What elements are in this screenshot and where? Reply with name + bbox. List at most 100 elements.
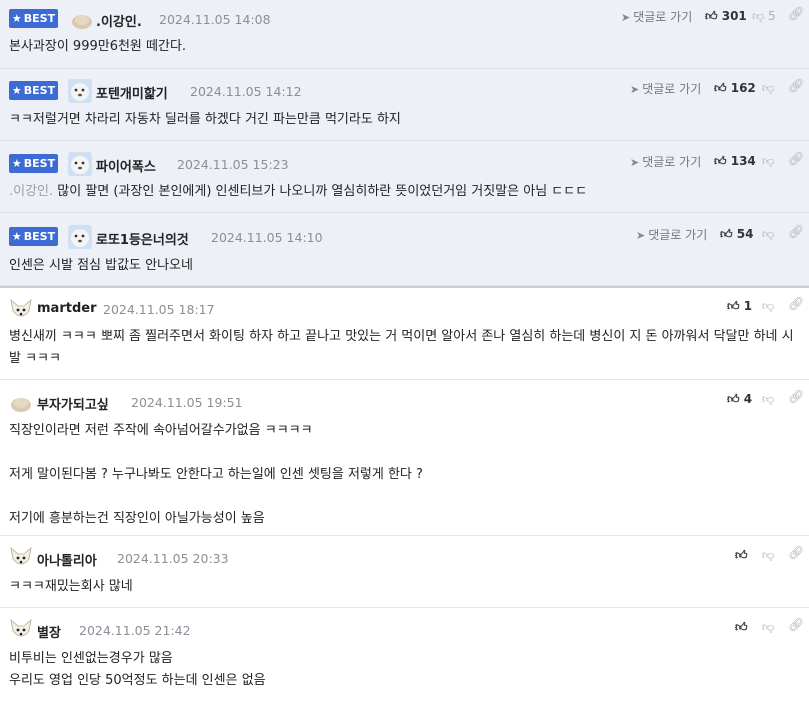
- comment-text: 인센은 시발 점심 밥값도 안나오네: [9, 258, 193, 273]
- send-icon: ➤: [636, 229, 646, 242]
- avatar[interactable]: [70, 8, 94, 32]
- nickname[interactable]: 포텐개미핥기: [96, 83, 168, 102]
- nickname[interactable]: 로또1등은너의것: [96, 229, 189, 248]
- avatar[interactable]: [9, 545, 33, 569]
- thumbs-up-icon: 👍︎: [714, 81, 727, 95]
- comment-date: 2024.11.05 20:33: [117, 551, 229, 566]
- like-button[interactable]: 👍︎ 162: [714, 81, 756, 96]
- comment-text: 비투비는 인센없는경우가 많음 우리도 영업 인당 50억정도 하는데 인센은 …: [9, 648, 266, 692]
- thumbs-down-icon: 👎︎: [762, 227, 775, 241]
- thumbs-down-icon: 👎︎: [762, 81, 775, 95]
- like-button[interactable]: 👍︎: [735, 620, 748, 635]
- thumbs-up-icon: 👍︎: [735, 548, 748, 562]
- send-icon: ➤: [630, 83, 640, 96]
- avatar[interactable]: [68, 152, 92, 176]
- comment-text: 본사과장이 999만6천원 떼간다.: [9, 39, 187, 54]
- comment-date: 2024.11.05 14:08: [159, 12, 271, 27]
- comment-text: 직장인이라면 저런 주작에 속아넘어갈수가없음 ㅋㅋㅋㅋ 저게 말이된다봄 ? …: [9, 420, 423, 530]
- thumbs-up-icon: 👍︎: [727, 392, 740, 406]
- dislike-button[interactable]: 👎︎: [762, 154, 774, 169]
- thumbs-up-icon: 👍︎: [720, 227, 733, 241]
- nickname[interactable]: 파이어폭스: [96, 156, 156, 175]
- comment: martder 2024.11.05 18:17 👍︎ 1 👎︎ 🔗︎ 병신새끼…: [0, 286, 809, 380]
- like-button[interactable]: 👍︎ 4: [727, 392, 752, 407]
- comment-best: ★ BEST 로또1등은너의것 2024.11.05 14:10 ➤ 댓글로 가기 …: [0, 213, 809, 286]
- dislike-button[interactable]: 👎︎: [762, 392, 774, 407]
- comment-line: 비투비는 인센없는경우가 많음: [9, 651, 173, 666]
- nickname[interactable]: 부자가되고싶: [37, 394, 109, 413]
- avatar[interactable]: [9, 391, 33, 415]
- best-badge: ★ BEST: [9, 154, 58, 173]
- link-icon[interactable]: 🔗︎: [788, 297, 805, 312]
- avatar[interactable]: [68, 225, 92, 249]
- comment-best: ★ BEST .이강인. 2024.11.05 14:08 ➤ 댓글로 가기 👍︎ …: [0, 0, 809, 69]
- thumbs-down-icon: 👎︎: [762, 154, 775, 168]
- best-badge: ★ BEST: [9, 81, 58, 100]
- link-icon[interactable]: 🔗︎: [788, 618, 805, 633]
- goto-comment-link[interactable]: ➤ 댓글로 가기: [630, 153, 701, 170]
- dislike-button[interactable]: 👎︎: [762, 620, 774, 635]
- thumbs-up-icon: 👍︎: [714, 154, 727, 168]
- link-icon[interactable]: 🔗︎: [788, 546, 805, 561]
- send-icon: ➤: [621, 11, 631, 24]
- thumbs-down-icon: 👎︎: [762, 392, 775, 406]
- link-icon[interactable]: 🔗︎: [788, 79, 805, 94]
- comment: 별장 2024.11.05 21:42 👍︎ 👎︎ 🔗︎ 비투비는 인센없는경우…: [0, 608, 809, 704]
- goto-comment-link[interactable]: ➤ 댓글로 가기: [630, 80, 701, 97]
- nickname[interactable]: 아나톨리아: [37, 550, 97, 569]
- comment-date: 2024.11.05 15:23: [177, 157, 289, 172]
- nickname[interactable]: martder: [37, 301, 96, 316]
- link-icon[interactable]: 🔗︎: [788, 7, 805, 22]
- best-badge: ★ BEST: [9, 227, 58, 246]
- quoted-nickname[interactable]: .이강인.: [9, 184, 53, 199]
- nickname[interactable]: .이강인.: [96, 11, 142, 30]
- thumbs-up-icon: 👍︎: [727, 299, 740, 313]
- dislike-button[interactable]: 👎︎: [762, 227, 774, 242]
- thumbs-down-icon: 👎︎: [762, 299, 775, 313]
- like-button[interactable]: 👍︎ 54: [720, 227, 753, 242]
- comment: 부자가되고싶 2024.11.05 19:51 👍︎ 4 👎︎ 🔗︎ 직장인이라…: [0, 380, 809, 536]
- dislike-button[interactable]: 👎︎ 5: [752, 9, 776, 24]
- comment-line: 저기에 흥분하는건 직장인이 아닐가능성이 높음: [9, 511, 265, 526]
- comment-date: 2024.11.05 19:51: [131, 395, 243, 410]
- dislike-button[interactable]: 👎︎: [762, 299, 774, 314]
- dislike-button[interactable]: 👎︎: [762, 548, 774, 563]
- comment-text: .이강인. 많이 팔면 (과장인 본인에게) 인센티브가 나오니까 열심히하란 …: [9, 184, 588, 199]
- goto-comment-link[interactable]: ➤ 댓글로 가기: [621, 8, 692, 25]
- send-icon: ➤: [630, 156, 640, 169]
- avatar[interactable]: [9, 617, 33, 641]
- comment: 아나톨리아 2024.11.05 20:33 👍︎ 👎︎ 🔗︎ ㅋㅋㅋ재밌는회사…: [0, 536, 809, 608]
- thumbs-up-icon: 👍︎: [735, 620, 748, 634]
- comment-date: 2024.11.05 14:12: [190, 84, 302, 99]
- comment-list: ★ BEST .이강인. 2024.11.05 14:08 ➤ 댓글로 가기 👍︎ …: [0, 0, 809, 704]
- link-icon[interactable]: 🔗︎: [788, 225, 805, 240]
- comment-line: [9, 442, 423, 464]
- star-icon: ★: [11, 12, 22, 25]
- link-icon[interactable]: 🔗︎: [788, 152, 805, 167]
- best-badge: ★ BEST: [9, 9, 58, 28]
- thumbs-down-icon: 👎︎: [762, 548, 775, 562]
- nickname[interactable]: 별장: [37, 622, 61, 641]
- star-icon: ★: [11, 157, 22, 170]
- thumbs-down-icon: 👎︎: [762, 620, 775, 634]
- comment-best: ★ BEST 포텐개미핥기 2024.11.05 14:12 ➤ 댓글로 가기 👍︎…: [0, 69, 809, 141]
- comment-line: 우리도 영업 인당 50억정도 하는데 인센은 없음: [9, 673, 266, 688]
- link-icon[interactable]: 🔗︎: [788, 390, 805, 405]
- comment-text: ㅋㅋ저럴거면 차라리 자동차 딜러를 하겠다 거긴 파는만큼 먹기라도 하지: [9, 112, 401, 127]
- like-button[interactable]: 👍︎ 134: [714, 154, 756, 169]
- like-button[interactable]: 👍︎: [735, 548, 748, 563]
- dislike-button[interactable]: 👎︎: [762, 81, 774, 96]
- like-button[interactable]: 👍︎ 1: [727, 299, 752, 314]
- comment-text: 병신새끼 ㅋㅋㅋ 뽀찌 좀 찔러주면서 화이팅 하자 하고 끝나고 맛있는 거 …: [9, 329, 794, 366]
- star-icon: ★: [11, 84, 22, 97]
- goto-comment-link[interactable]: ➤ 댓글로 가기: [636, 226, 707, 243]
- avatar[interactable]: [68, 79, 92, 103]
- like-button[interactable]: 👍︎ 301: [705, 9, 747, 24]
- comment-best: ★ BEST 파이어폭스 2024.11.05 15:23 ➤ 댓글로 가기 👍︎ …: [0, 141, 809, 213]
- comment-text: ㅋㅋㅋ재밌는회사 많네: [9, 579, 133, 594]
- star-icon: ★: [11, 230, 22, 243]
- avatar[interactable]: [9, 297, 33, 321]
- thumbs-down-icon: 👎︎: [752, 9, 765, 23]
- comment-line: 직장인이라면 저런 주작에 속아넘어갈수가없음 ㅋㅋㅋㅋ: [9, 423, 313, 438]
- comment-line: 저게 말이된다봄 ? 누구나봐도 안한다고 하는일에 인센 셋팅을 저렇게 한다…: [9, 467, 423, 482]
